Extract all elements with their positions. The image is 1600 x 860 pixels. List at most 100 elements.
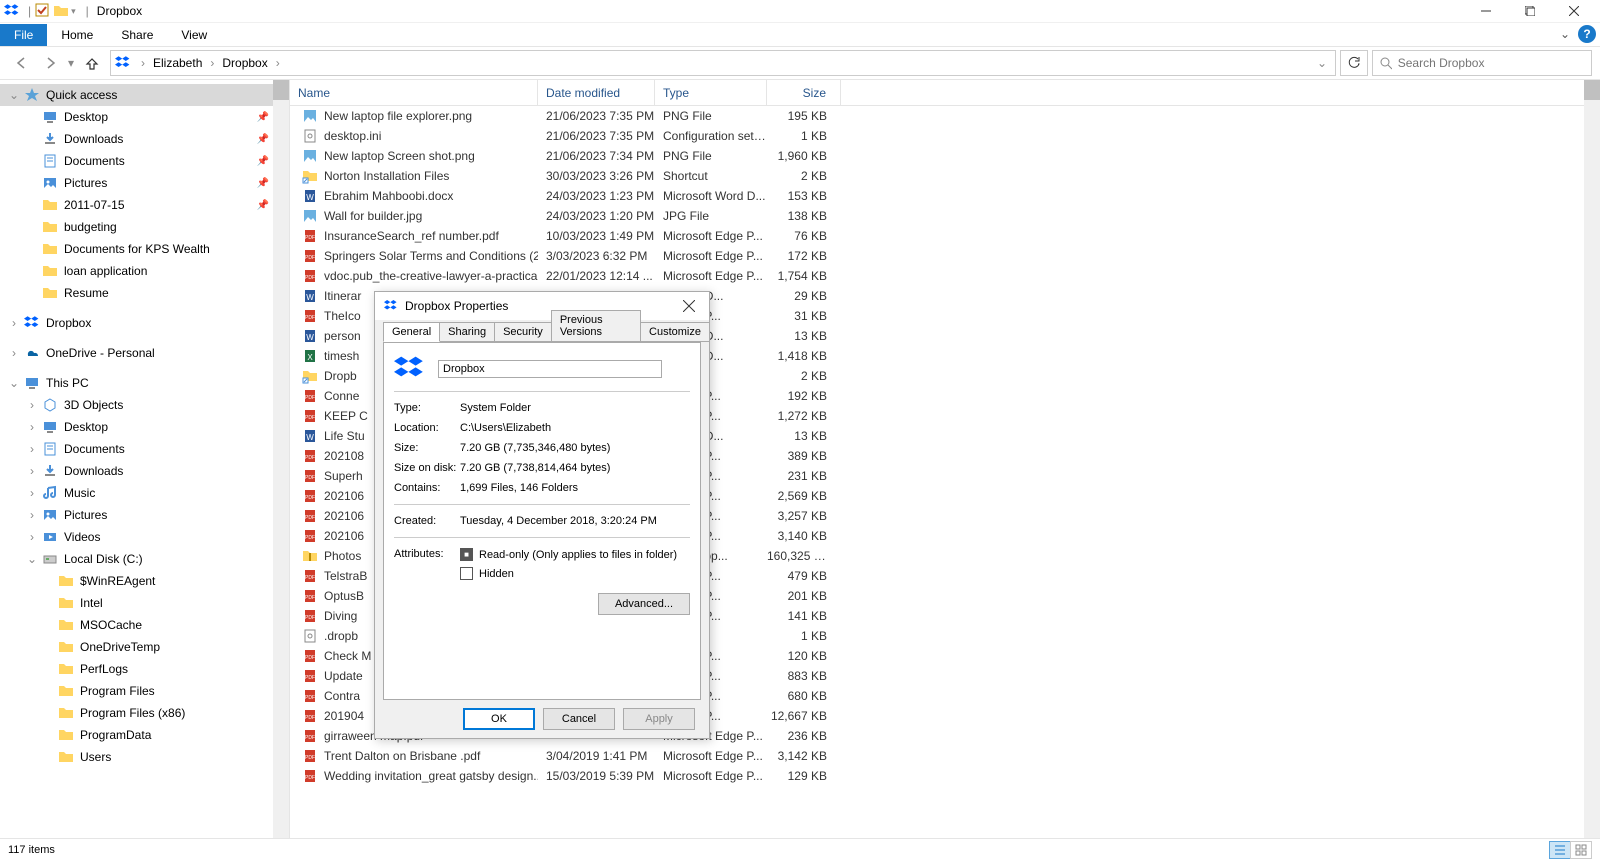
- expand-icon[interactable]: ›: [26, 530, 38, 544]
- expand-icon[interactable]: ⌄: [8, 88, 20, 102]
- help-button[interactable]: ?: [1578, 25, 1596, 43]
- address-bar[interactable]: › Elizabeth › Dropbox › ⌄: [110, 50, 1336, 76]
- nav-disk-folder[interactable]: PerfLogs: [0, 658, 289, 680]
- nav-dropbox[interactable]: › Dropbox: [0, 312, 289, 334]
- ribbon-tab-home[interactable]: Home: [47, 24, 107, 46]
- nav-disk-folder[interactable]: Program Files (x86): [0, 702, 289, 724]
- nav-onedrive[interactable]: › OneDrive - Personal: [0, 342, 289, 364]
- nav-recent-item[interactable]: loan application: [0, 260, 289, 282]
- nav-disk-folder[interactable]: ProgramData: [0, 724, 289, 746]
- col-size[interactable]: Size: [767, 80, 841, 105]
- close-button[interactable]: [1552, 0, 1596, 22]
- folder-name-input[interactable]: [438, 360, 662, 378]
- nav-pc-item[interactable]: › Pictures: [0, 504, 289, 526]
- details-view-button[interactable]: [1549, 841, 1571, 859]
- nav-quick-access[interactable]: ⌄ Quick access: [0, 84, 289, 106]
- nav-disk-folder[interactable]: $WinREAgent: [0, 570, 289, 592]
- nav-disk-folder[interactable]: Program Files: [0, 680, 289, 702]
- file-row[interactable]: PDFSpringers Solar Terms and Conditions …: [290, 246, 1600, 266]
- expand-icon[interactable]: ›: [26, 420, 38, 434]
- ribbon-tab-file[interactable]: File: [0, 24, 47, 46]
- nav-recent-item[interactable]: Documents for KPS Wealth: [0, 238, 289, 260]
- nav-disk-folder[interactable]: MSOCache: [0, 614, 289, 636]
- ribbon-tab-share[interactable]: Share: [107, 24, 167, 46]
- file-row[interactable]: desktop.ini 21/06/2023 7:35 PM Configura…: [290, 126, 1600, 146]
- expand-icon[interactable]: ⌄: [26, 552, 38, 566]
- file-row[interactable]: WEbrahim Mahboobi.docx 24/03/2023 1:23 P…: [290, 186, 1600, 206]
- expand-icon[interactable]: ›: [26, 398, 38, 412]
- nav-pc-item[interactable]: › Music: [0, 482, 289, 504]
- nav-pc-item[interactable]: › Downloads: [0, 460, 289, 482]
- minimize-button[interactable]: [1464, 0, 1508, 22]
- back-button[interactable]: [8, 49, 36, 77]
- file-row[interactable]: PDFvdoc.pub_the-creative-lawyer-a-practi…: [290, 266, 1600, 286]
- col-name[interactable]: Name: [290, 80, 538, 105]
- tab-security[interactable]: Security: [494, 322, 552, 342]
- pin-icon: 📌: [257, 112, 269, 123]
- file-row[interactable]: PDFInsuranceSearch_ref number.pdf 10/03/…: [290, 226, 1600, 246]
- nav-scrollbar[interactable]: [273, 80, 289, 838]
- cancel-button[interactable]: Cancel: [543, 708, 615, 730]
- tab-sharing[interactable]: Sharing: [439, 322, 495, 342]
- nav-disk-folder[interactable]: Intel: [0, 592, 289, 614]
- nav-disk-folder[interactable]: Users: [0, 746, 289, 768]
- tab-general[interactable]: General: [383, 322, 440, 342]
- dialog-close-button[interactable]: [677, 294, 701, 318]
- expand-icon[interactable]: ›: [8, 346, 20, 360]
- ribbon-tab-view[interactable]: View: [167, 24, 221, 46]
- nav-this-pc[interactable]: ⌄ This PC: [0, 372, 289, 394]
- apply-button[interactable]: Apply: [623, 708, 695, 730]
- expand-icon[interactable]: ›: [26, 442, 38, 456]
- tab-previous-versions[interactable]: Previous Versions: [551, 310, 641, 342]
- search-box[interactable]: [1372, 50, 1592, 76]
- nav-pc-item[interactable]: ⌄ Local Disk (C:): [0, 548, 289, 570]
- nav-pinned-item[interactable]: Desktop 📌: [0, 106, 289, 128]
- refresh-button[interactable]: [1340, 50, 1368, 76]
- content-scrollbar[interactable]: [1584, 80, 1600, 838]
- maximize-button[interactable]: [1508, 0, 1552, 22]
- nav-pc-item[interactable]: › Documents: [0, 438, 289, 460]
- file-row[interactable]: PDFTrent Dalton on Brisbane .pdf 3/04/20…: [290, 746, 1600, 766]
- breadcrumb-seg-1[interactable]: Dropbox: [218, 56, 271, 70]
- svg-text:PDF: PDF: [305, 475, 315, 481]
- expand-icon[interactable]: ›: [26, 486, 38, 500]
- expand-icon[interactable]: ›: [26, 508, 38, 522]
- forward-button[interactable]: [36, 49, 64, 77]
- address-dropdown-icon[interactable]: ⌄: [1313, 56, 1331, 70]
- nav-pinned-item[interactable]: 2011-07-15 📌: [0, 194, 289, 216]
- file-row[interactable]: New laptop file explorer.png 21/06/2023 …: [290, 106, 1600, 126]
- qat-folder-icon[interactable]: [53, 3, 69, 19]
- expand-icon[interactable]: ›: [26, 464, 38, 478]
- nav-pinned-item[interactable]: Downloads 📌: [0, 128, 289, 150]
- file-row[interactable]: Norton Installation Files 30/03/2023 3:2…: [290, 166, 1600, 186]
- nav-disk-folder[interactable]: OneDriveTemp: [0, 636, 289, 658]
- advanced-button[interactable]: Advanced...: [598, 593, 690, 615]
- nav-recent-item[interactable]: budgeting: [0, 216, 289, 238]
- ribbon-expand-icon[interactable]: ⌄: [1560, 27, 1570, 41]
- hidden-checkbox[interactable]: [460, 567, 473, 580]
- search-input[interactable]: [1398, 56, 1585, 70]
- nav-pc-item[interactable]: › 3D Objects: [0, 394, 289, 416]
- dialog-title-bar[interactable]: Dropbox Properties: [375, 292, 709, 320]
- thumbnails-view-button[interactable]: [1570, 841, 1592, 859]
- col-date[interactable]: Date modified: [538, 80, 655, 105]
- nav-pc-item[interactable]: › Desktop: [0, 416, 289, 438]
- qat-save-icon[interactable]: [35, 3, 51, 19]
- qat-dropdown-icon[interactable]: ▾: [71, 6, 76, 17]
- file-row[interactable]: New laptop Screen shot.png 21/06/2023 7:…: [290, 146, 1600, 166]
- breadcrumb-seg-0[interactable]: Elizabeth: [149, 56, 206, 70]
- file-row[interactable]: PDFWedding invitation_great gatsby desig…: [290, 766, 1600, 786]
- readonly-checkbox[interactable]: [460, 548, 473, 561]
- nav-recent-item[interactable]: Resume: [0, 282, 289, 304]
- nav-pinned-item[interactable]: Pictures 📌: [0, 172, 289, 194]
- nav-pc-item[interactable]: › Videos: [0, 526, 289, 548]
- ok-button[interactable]: OK: [463, 708, 535, 730]
- expand-icon[interactable]: ›: [8, 316, 20, 330]
- up-button[interactable]: [78, 49, 106, 77]
- recent-dropdown-icon[interactable]: ▾: [64, 49, 78, 77]
- nav-pinned-item[interactable]: Documents 📌: [0, 150, 289, 172]
- expand-icon[interactable]: ⌄: [8, 376, 20, 390]
- file-row[interactable]: Wall for builder.jpg 24/03/2023 1:20 PM …: [290, 206, 1600, 226]
- tab-customize[interactable]: Customize: [640, 322, 710, 342]
- col-type[interactable]: Type: [655, 80, 767, 105]
